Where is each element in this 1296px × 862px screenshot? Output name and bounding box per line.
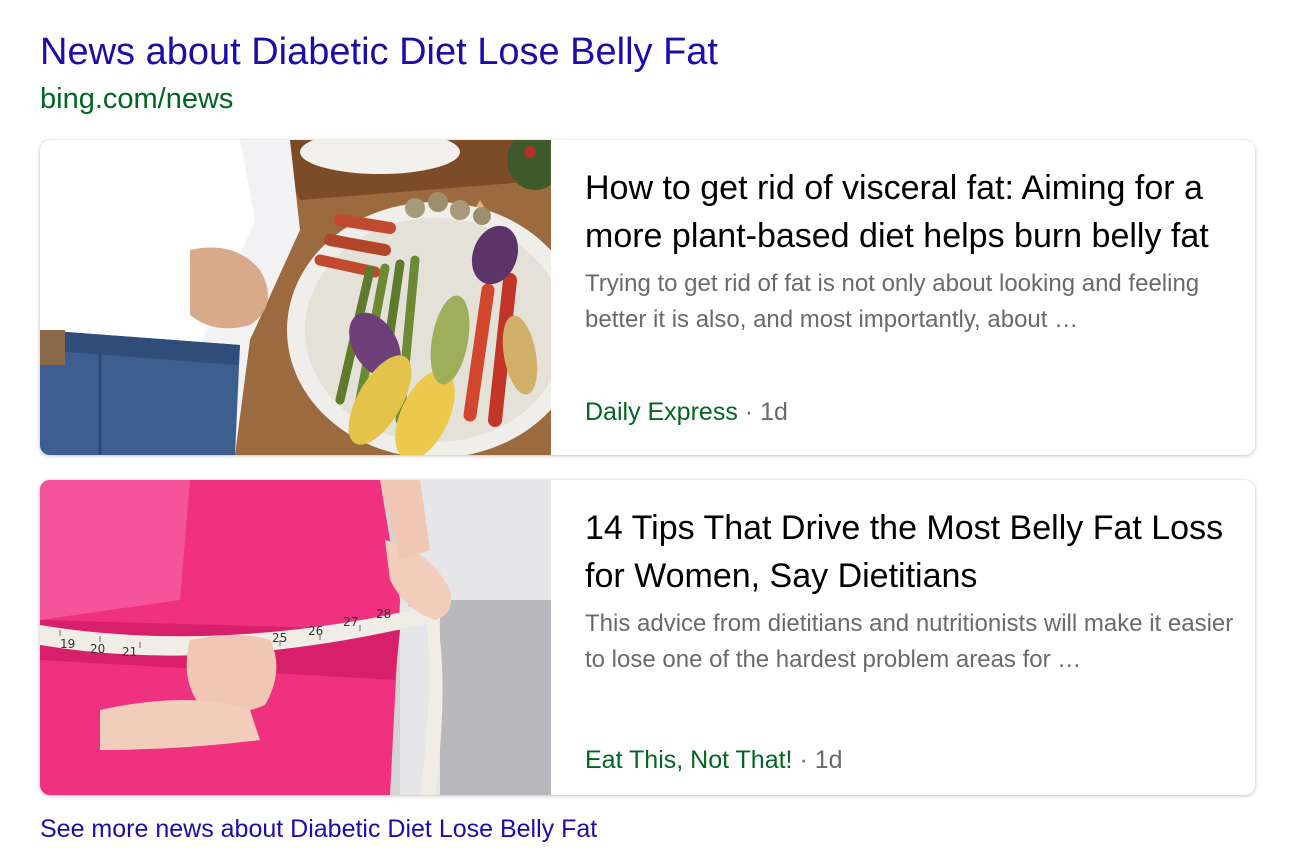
article-age: 1d [814, 746, 843, 774]
article-source: Daily Express [585, 398, 738, 426]
news-source-url: bing.com/news [40, 83, 234, 115]
article-title[interactable]: 14 Tips That Drive the Most Belly Fat Lo… [585, 504, 1235, 600]
news-card-text: How to get rid of visceral fat: Aiming f… [585, 164, 1235, 434]
article-source: Eat This, Not That! [585, 746, 793, 774]
news-header-link[interactable]: News about Diabetic Diet Lose Belly Fat [40, 28, 718, 76]
news-card-text: 14 Tips That Drive the Most Belly Fat Lo… [585, 504, 1235, 774]
news-card[interactable]: How to get rid of visceral fat: Aiming f… [40, 140, 1255, 455]
measuring-tape-waist-image[interactable]: 19 20 21 25 26 27 28 29 [40, 480, 551, 795]
tape-number: 19 [60, 637, 75, 651]
tape-number: 25 [272, 631, 287, 645]
article-title[interactable]: How to get rid of visceral fat: Aiming f… [585, 164, 1235, 260]
tape-number: 27 [343, 615, 358, 629]
article-meta: Daily Express · 1d [585, 396, 788, 428]
article-snippet: Trying to get rid of fat is not only abo… [585, 270, 1200, 333]
article-meta: Eat This, Not That! · 1d [585, 744, 843, 776]
news-card[interactable]: 19 20 21 25 26 27 28 29 14 Tips That Dri… [40, 480, 1255, 795]
tape-number: 20 [90, 642, 105, 656]
belly-fat-vegetable-platter-image[interactable] [40, 140, 551, 455]
see-more-news-link[interactable]: See more news about Diabetic Diet Lose B… [40, 812, 597, 846]
article-age: 1d [760, 398, 788, 426]
tape-number: 21 [122, 645, 137, 659]
meta-separator: · [799, 746, 808, 774]
tape-number: 26 [308, 624, 323, 638]
article-snippet: This advice from dietitians and nutritio… [585, 610, 1234, 673]
tape-number: 28 [376, 607, 391, 621]
meta-separator: · [744, 398, 754, 426]
